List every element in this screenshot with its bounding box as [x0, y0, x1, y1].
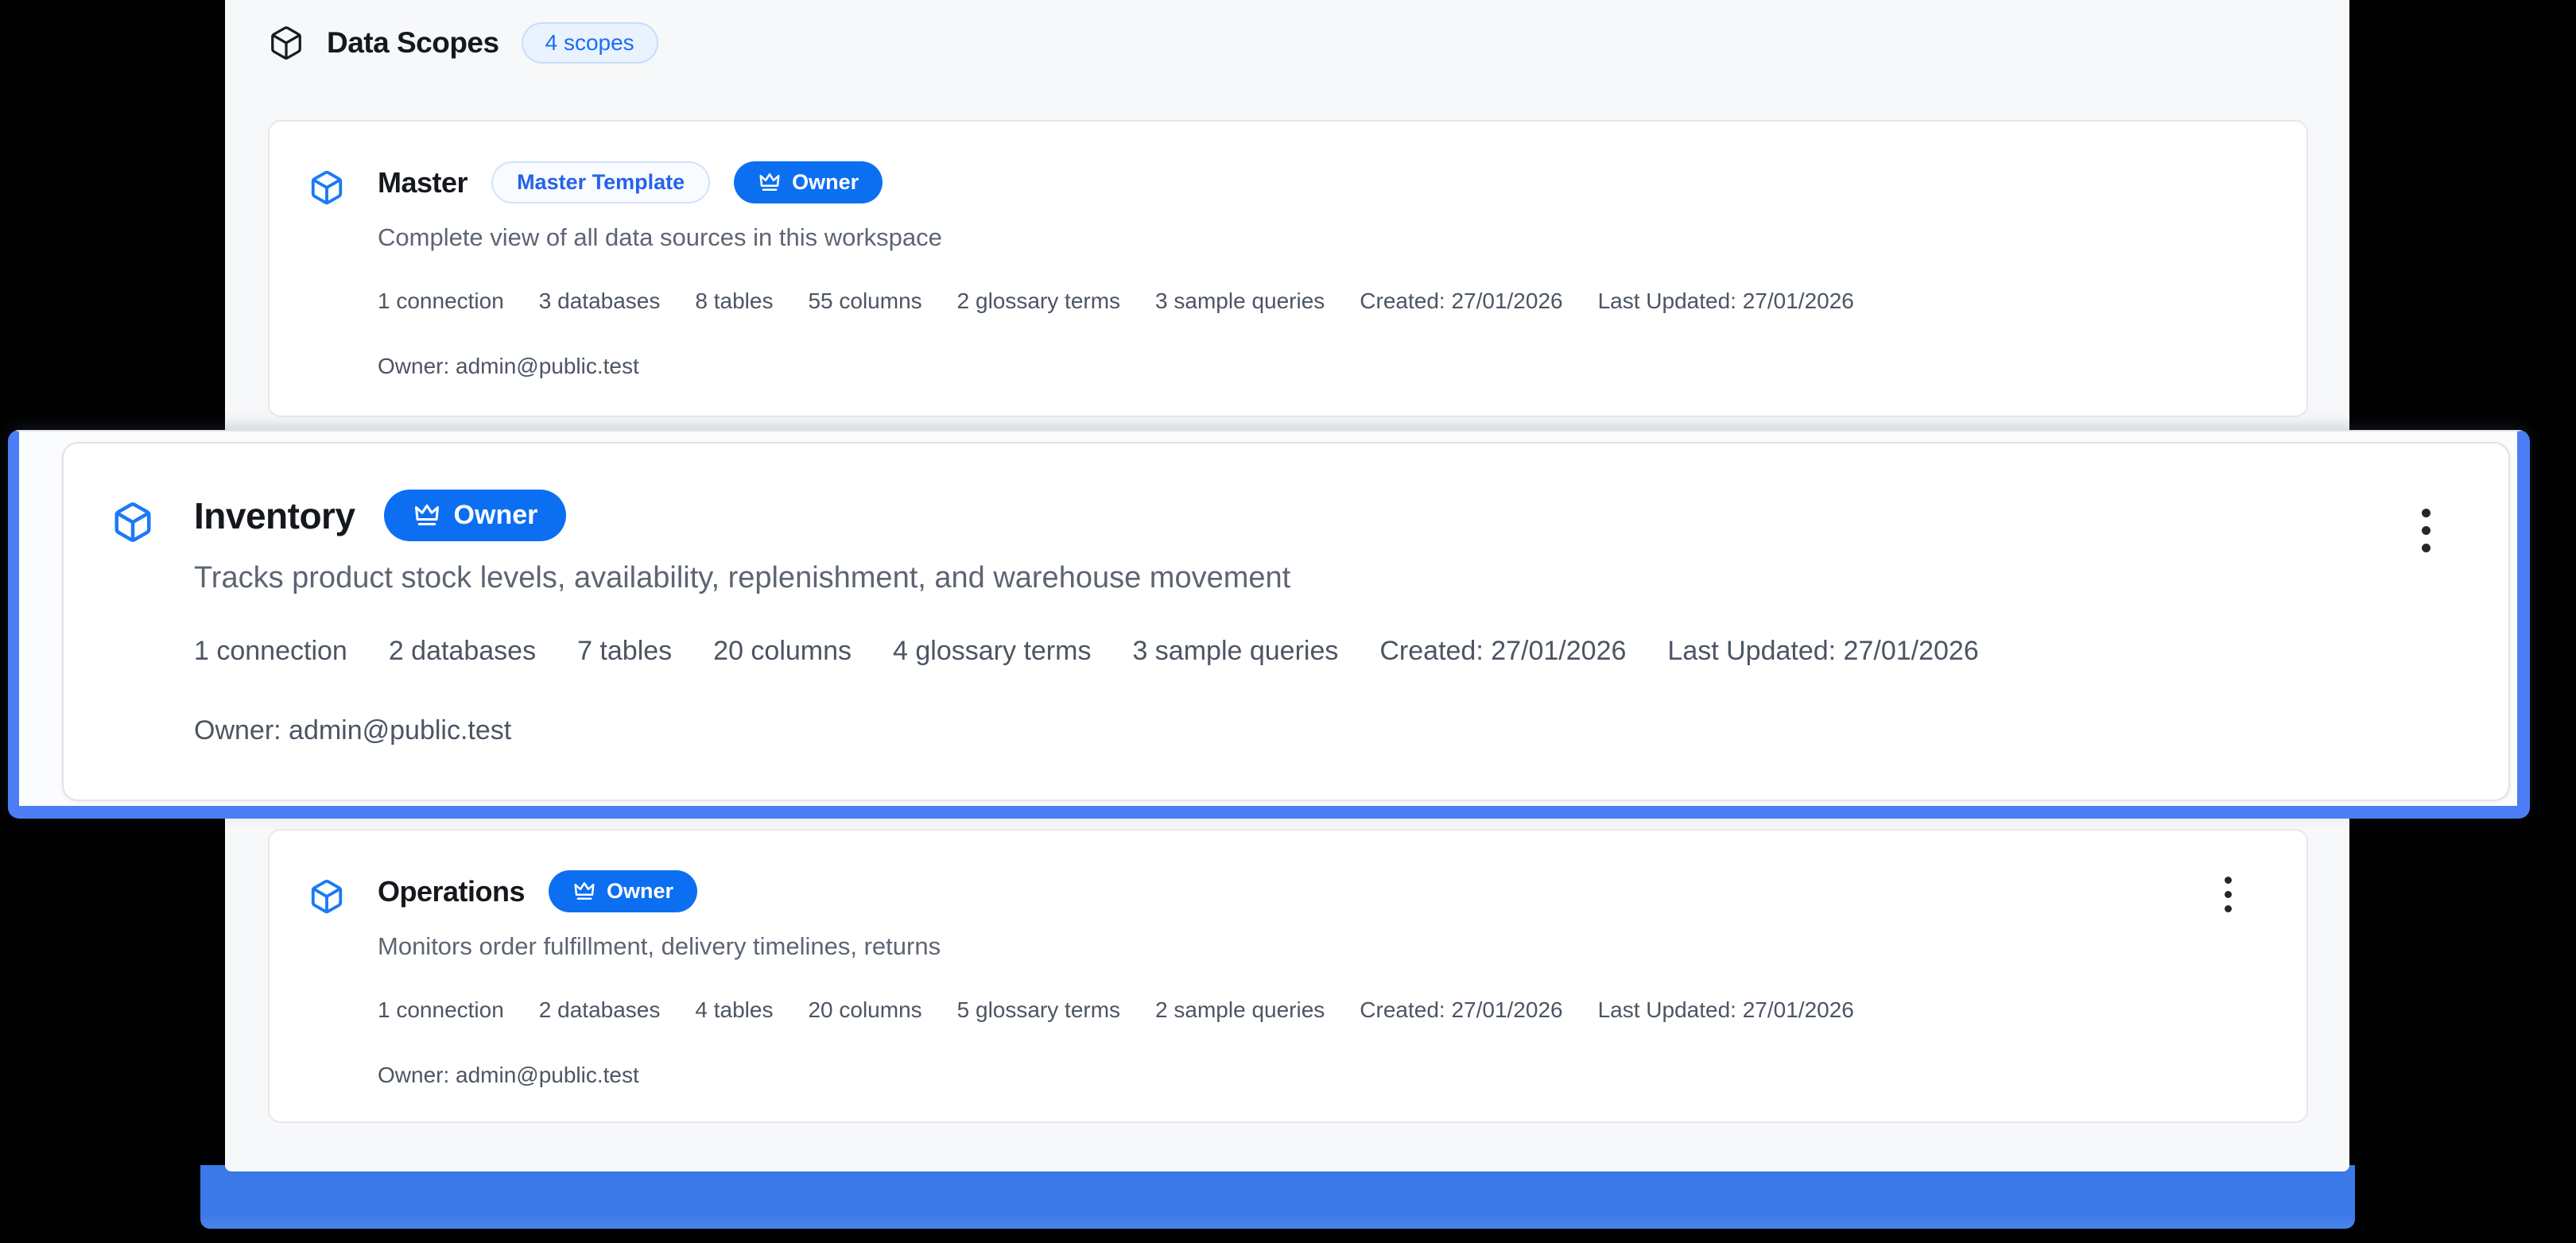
- kebab-menu-icon[interactable]: [2417, 504, 2435, 557]
- stat-databases: 2 databases: [539, 997, 661, 1023]
- scope-count-badge: 4 scopes: [522, 22, 658, 64]
- cube-icon: [111, 501, 154, 544]
- crown-icon: [413, 501, 441, 530]
- cube-icon: [268, 25, 305, 61]
- scope-description: Monitors order fulfillment, delivery tim…: [378, 932, 941, 961]
- owner-badge: Owner: [734, 161, 883, 203]
- stat-glossary-terms: 4 glossary terms: [893, 636, 1091, 667]
- stat-columns: 20 columns: [713, 636, 852, 667]
- scope-stats-row: 1 connection 2 databases 7 tables 20 col…: [194, 636, 1979, 667]
- stat-sample-queries: 2 sample queries: [1155, 997, 1325, 1023]
- stat-created: Created: 27/01/2026: [1360, 997, 1562, 1023]
- master-template-badge: Master Template: [491, 161, 710, 203]
- crown-icon: [758, 171, 782, 195]
- scope-card-operations[interactable]: Operations Owner Monitors order fulfillm…: [268, 829, 2308, 1123]
- stat-last-updated: Last Updated: 27/01/2026: [1598, 997, 1854, 1023]
- scope-name: Master: [378, 166, 467, 199]
- stat-tables: 4 tables: [695, 997, 773, 1023]
- owner-email-line: Owner: admin@public.test: [194, 715, 511, 746]
- stat-columns: 20 columns: [808, 997, 921, 1023]
- stat-databases: 3 databases: [539, 288, 661, 314]
- stat-last-updated: Last Updated: 27/01/2026: [1598, 288, 1854, 314]
- inventory-highlight-overlay: Inventory Owner Tracks product stock lev…: [8, 430, 2530, 819]
- stat-connections: 1 connection: [378, 288, 504, 314]
- scope-description: Complete view of all data sources in thi…: [378, 223, 942, 252]
- stat-databases: 2 databases: [389, 636, 536, 667]
- owner-badge-label: Owner: [792, 170, 859, 195]
- panel-header: Data Scopes 4 scopes: [268, 22, 658, 64]
- scope-name: Inventory: [194, 494, 355, 537]
- card-title-row: Inventory Owner: [194, 490, 566, 541]
- kebab-menu-icon[interactable]: [2220, 872, 2237, 917]
- stat-glossary-terms: 5 glossary terms: [957, 997, 1120, 1023]
- cube-icon: [308, 878, 345, 915]
- owner-badge-label: Owner: [454, 500, 538, 531]
- stat-created: Created: 27/01/2026: [1360, 288, 1562, 314]
- scope-stats-row: 1 connection 2 databases 4 tables 20 col…: [378, 997, 1854, 1023]
- stat-tables: 8 tables: [695, 288, 773, 314]
- screenshot-canvas: Data Scopes 4 scopes Master Master Templ…: [0, 0, 2576, 1243]
- page-title: Data Scopes: [327, 26, 499, 60]
- scope-card-inventory[interactable]: Inventory Owner Tracks product stock lev…: [62, 442, 2510, 801]
- bottom-blue-accent-bar: [200, 1165, 2355, 1229]
- owner-badge: Owner: [549, 870, 697, 912]
- card-title-row: Master Master Template Owner: [378, 161, 883, 203]
- stat-sample-queries: 3 sample queries: [1132, 636, 1338, 667]
- stat-last-updated: Last Updated: 27/01/2026: [1667, 636, 1978, 667]
- owner-badge-label: Owner: [607, 879, 673, 904]
- stat-connections: 1 connection: [194, 636, 347, 667]
- crown-icon: [572, 880, 596, 904]
- stat-sample-queries: 3 sample queries: [1155, 288, 1325, 314]
- card-title-row: Operations Owner: [378, 870, 697, 912]
- stat-tables: 7 tables: [577, 636, 672, 667]
- stat-columns: 55 columns: [808, 288, 921, 314]
- scope-stats-row: 1 connection 3 databases 8 tables 55 col…: [378, 288, 1854, 314]
- cube-icon: [308, 169, 345, 206]
- owner-email-line: Owner: admin@public.test: [378, 354, 639, 379]
- owner-email-line: Owner: admin@public.test: [378, 1063, 639, 1088]
- scope-name: Operations: [378, 875, 525, 908]
- owner-badge: Owner: [384, 490, 567, 541]
- scope-card-master[interactable]: Master Master Template Owner Complete vi…: [268, 120, 2308, 417]
- scope-description: Tracks product stock levels, availabilit…: [194, 561, 1290, 595]
- stat-created: Created: 27/01/2026: [1379, 636, 1626, 667]
- stat-glossary-terms: 2 glossary terms: [957, 288, 1120, 314]
- stat-connections: 1 connection: [378, 997, 504, 1023]
